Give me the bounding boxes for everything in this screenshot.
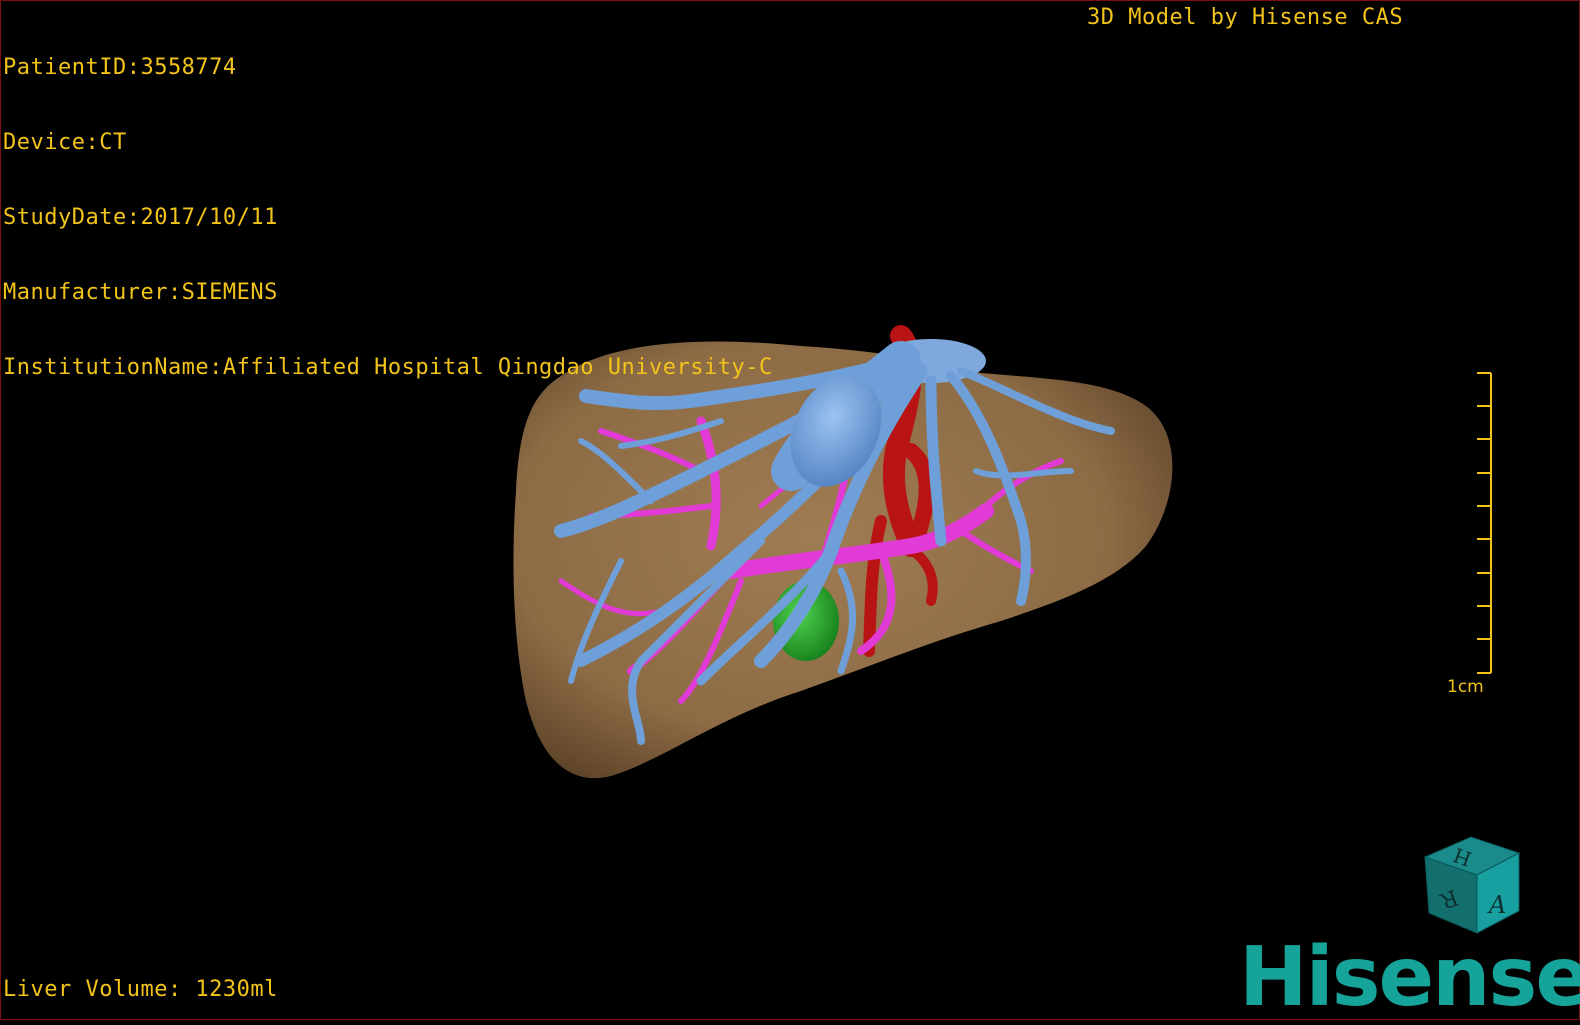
orientation-cube[interactable]: H R A: [1419, 835, 1529, 935]
liver-volume-label: Liver Volume: 1230ml: [3, 977, 278, 1002]
manufacturer-label: Manufacturer:SIEMENS: [3, 280, 278, 305]
institution-label: InstitutionName:Affiliated Hospital Qing…: [3, 355, 773, 380]
dicom-info-block: PatientID:3558774 Device:CT StudyDate:20…: [3, 5, 773, 430]
scale-bar: [1477, 372, 1492, 674]
cube-face-right: A: [1487, 891, 1506, 919]
brand-caption: 3D Model by Hisense CAS: [1087, 5, 1404, 30]
hisense-logo: Hisense: [1239, 930, 1580, 1025]
study-date-label: StudyDate:2017/10/11: [3, 205, 278, 230]
3d-viewport[interactable]: PatientID:3558774 Device:CT StudyDate:20…: [0, 0, 1580, 1020]
device-label: Device:CT: [3, 130, 127, 155]
scale-bar-label: 1cm: [1447, 677, 1484, 697]
patient-id-label: PatientID:3558774: [3, 55, 237, 80]
